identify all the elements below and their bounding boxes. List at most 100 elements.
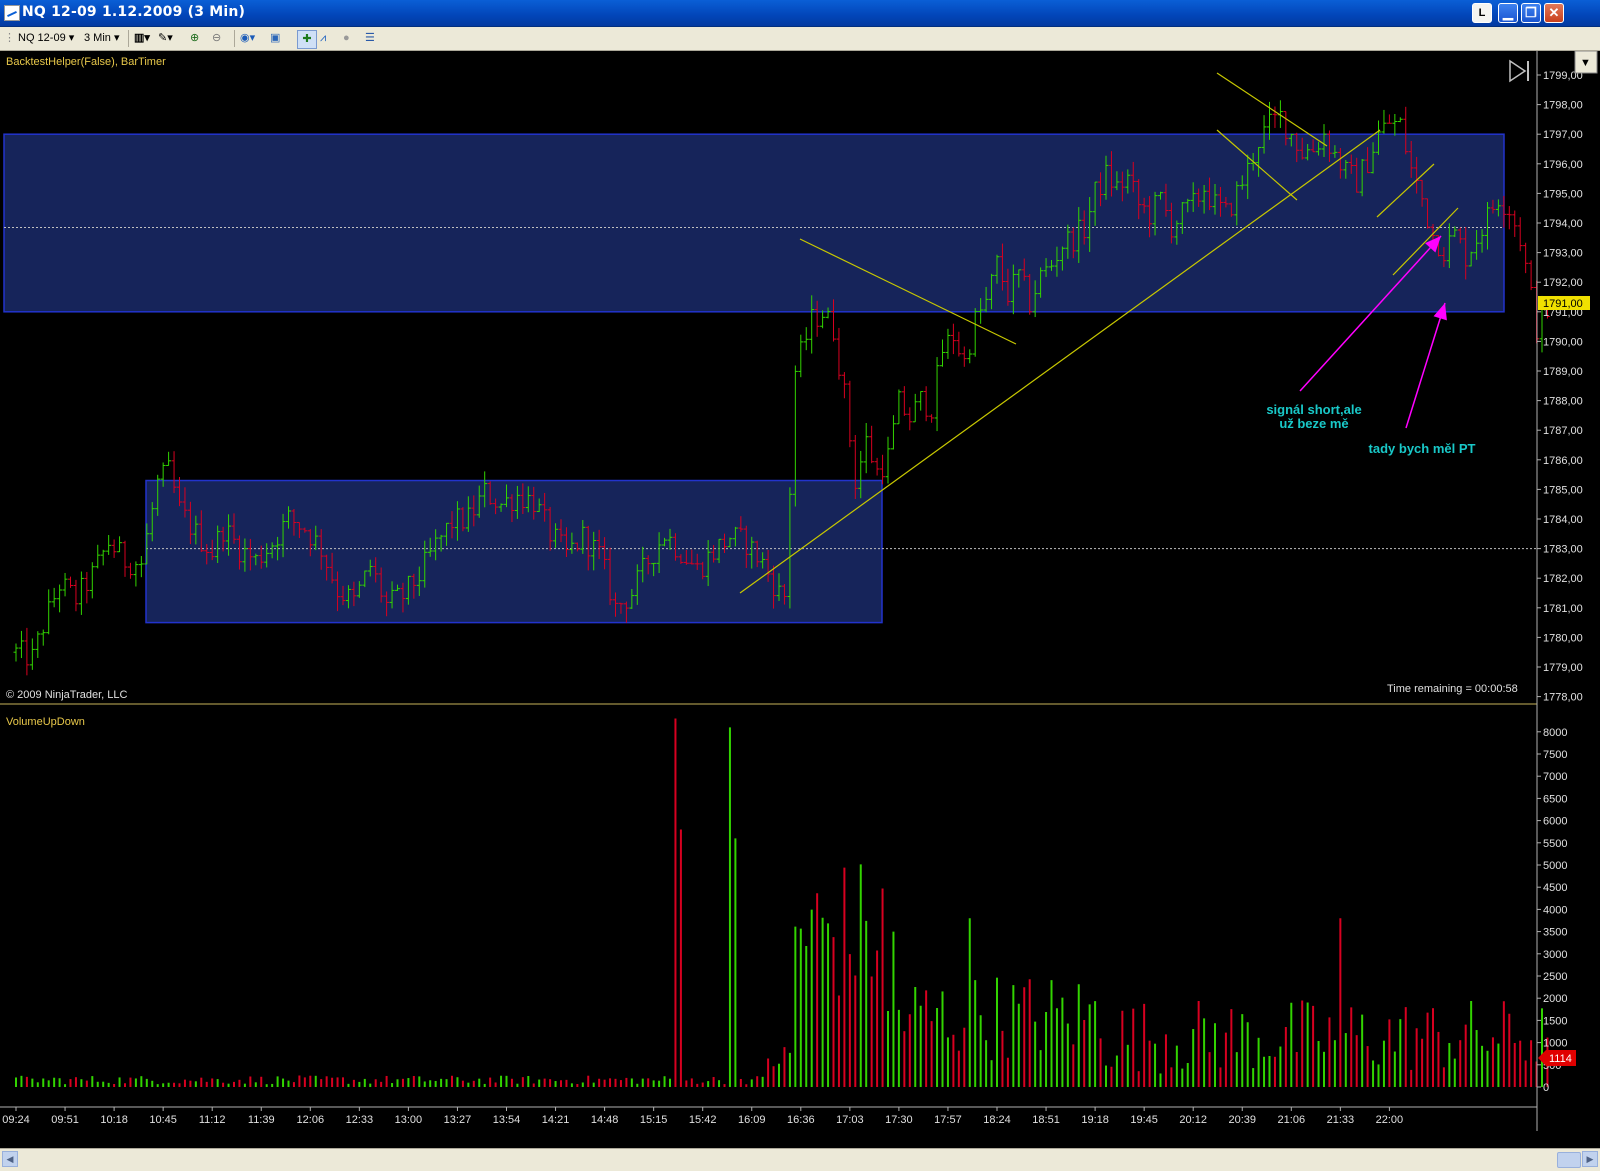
volume-indicator-label: VolumeUpDown	[6, 716, 85, 728]
price-tick-label: 1790,00	[1543, 336, 1583, 348]
price-tick-label: 1795,00	[1543, 188, 1583, 200]
volume-tick-label: 5500	[1543, 838, 1567, 850]
price-tick-label: 1780,00	[1543, 632, 1583, 644]
window-title-bar: NQ 12-09 1.12.2009 (3 Min) L ▁ ❐ ✕	[0, 0, 1600, 27]
time-tick-label: 21:33	[1327, 1114, 1355, 1126]
volume-tick-label: 6000	[1543, 816, 1567, 828]
zoom-in-icon[interactable]: ⊕	[190, 30, 199, 47]
chevron-down-icon: ▾	[68, 32, 75, 44]
current-price-label: 1791,00	[1543, 298, 1583, 310]
time-tick-label: 13:54	[493, 1114, 521, 1126]
time-tick-label: 18:24	[983, 1114, 1011, 1126]
time-tick-label: 11:39	[248, 1114, 275, 1126]
volume-tick-label: 3000	[1543, 949, 1567, 961]
copyright-label: © 2009 NinjaTrader, LLC	[6, 689, 127, 701]
toolbar-separator	[234, 30, 235, 47]
instrument-label: NQ 12-09	[18, 32, 66, 44]
volume-tick-label: 6500	[1543, 793, 1567, 805]
time-tick-label: 14:21	[542, 1114, 570, 1126]
price-tick-label: 1781,00	[1543, 603, 1583, 615]
layout-button[interactable]: L	[1472, 3, 1492, 23]
scroll-thumb[interactable]	[1557, 1152, 1581, 1168]
time-tick-label: 15:42	[689, 1114, 717, 1126]
chevron-down-icon: ▼	[1580, 57, 1591, 69]
toolbar-separator	[128, 30, 129, 47]
strategy-icon[interactable]: ✚	[297, 30, 317, 49]
time-tick-label: 21:06	[1278, 1114, 1306, 1126]
signal-annotation-line1: signál short,ale	[1266, 402, 1361, 417]
chart-app-icon	[4, 5, 20, 21]
time-tick-label: 16:36	[787, 1114, 815, 1126]
price-tick-label: 1792,00	[1543, 277, 1583, 289]
volume-tick-label: 7000	[1543, 771, 1567, 783]
volume-tick-label: 1000	[1543, 1038, 1567, 1050]
pt-annotation: tady bych měl PT	[1369, 441, 1476, 456]
price-tick-label: 1788,00	[1543, 396, 1583, 408]
volume-tick-label: 1500	[1543, 1015, 1567, 1027]
window-title: NQ 12-09 1.12.2009 (3 Min)	[22, 4, 246, 20]
horizontal-scrollbar[interactable]: ◀ ▶	[0, 1148, 1600, 1171]
time-tick-label: 17:57	[934, 1114, 962, 1126]
volume-tick-label: 7500	[1543, 749, 1567, 761]
price-tick-label: 1793,00	[1543, 248, 1583, 260]
price-tick-label: 1789,00	[1543, 366, 1583, 378]
volume-tick-label: 2500	[1543, 971, 1567, 983]
time-tick-label: 11:12	[199, 1114, 226, 1126]
current-volume-marker: 1114	[1538, 1050, 1576, 1066]
volume-tick-label: 3500	[1543, 927, 1567, 939]
indicators-icon[interactable]: ⩘	[320, 30, 326, 47]
price-tick-label: 1785,00	[1543, 484, 1583, 496]
time-tick-label: 20:12	[1179, 1114, 1207, 1126]
scroll-right-button[interactable]: ▶	[1582, 1151, 1598, 1167]
chart-menu-dropdown[interactable]: ▼	[1574, 51, 1598, 74]
properties-icon[interactable]: ▣	[270, 30, 280, 47]
time-tick-label: 10:45	[149, 1114, 177, 1126]
price-tick-label: 1786,00	[1543, 455, 1583, 467]
time-tick-label: 09:24	[2, 1114, 30, 1126]
price-tick-label: 1782,00	[1543, 573, 1583, 585]
disabled-circle-icon[interactable]: ●	[343, 30, 350, 47]
globe-icon[interactable]: ◉▾	[240, 30, 255, 47]
minimize-button[interactable]: ▁	[1498, 3, 1518, 23]
volume-tick-label: 5000	[1543, 860, 1567, 872]
time-tick-label: 10:18	[100, 1114, 128, 1126]
time-axis: 09:24 09:51 10:18 10:45 11:12 11:39 12:06 12:33…	[2, 1107, 1403, 1126]
price-zone	[145, 479, 883, 624]
time-tick-label: 09:51	[51, 1114, 79, 1126]
price-tick-label: 1784,00	[1543, 514, 1583, 526]
scroll-left-button[interactable]: ◀	[2, 1151, 18, 1167]
instrument-selector[interactable]: NQ 12-09 ▾	[18, 30, 74, 47]
volume-tick-label: 8000	[1543, 727, 1567, 739]
price-tick-label: 1794,00	[1543, 218, 1583, 230]
time-remaining-label: Time remaining = 00:00:58	[1387, 683, 1518, 695]
price-zone	[3, 133, 1505, 313]
time-tick-label: 13:00	[395, 1114, 423, 1126]
interval-selector[interactable]: 3 Min ▾	[84, 30, 120, 47]
price-tick-label: 1797,00	[1543, 129, 1583, 141]
chart-area[interactable]: 1778,00 1779,00 1780,00 1781,00 1782,00 1783,…	[0, 51, 1600, 1148]
close-button[interactable]: ✕	[1544, 3, 1564, 23]
time-tick-label: 20:39	[1228, 1114, 1256, 1126]
time-tick-label: 17:03	[836, 1114, 864, 1126]
price-indicator-label: BacktestHelper(False), BarTimer	[6, 56, 166, 68]
drawing-tool-icon[interactable]: ✎▾	[158, 30, 173, 47]
volume-tick-label: 4000	[1543, 904, 1567, 916]
price-tick-label: 1783,00	[1543, 544, 1583, 556]
price-tick-label: 1787,00	[1543, 425, 1583, 437]
current-volume-label: 1114	[1549, 1053, 1572, 1065]
bar-type-icon[interactable]: ▥▾	[134, 30, 150, 47]
time-tick-label: 16:09	[738, 1114, 766, 1126]
chart-toolbar: ⋮ NQ 12-09 ▾ 3 Min ▾ ▥▾ ✎▾ ⊕ ⊖ ◉▾ ▣ ✚ ⩘ …	[0, 27, 1600, 51]
time-tick-label: 14:48	[591, 1114, 619, 1126]
price-tick-label: 1779,00	[1543, 662, 1583, 674]
volume-tick-label: 2000	[1543, 993, 1567, 1005]
data-box-icon[interactable]: ☰	[365, 30, 375, 47]
restore-button[interactable]: ❐	[1521, 3, 1541, 23]
time-tick-label: 15:15	[640, 1114, 668, 1126]
time-tick-label: 13:27	[444, 1114, 472, 1126]
time-tick-label: 19:45	[1130, 1114, 1158, 1126]
price-tick-label: 1798,00	[1543, 100, 1583, 112]
signal-annotation-line2: už beze mě	[1279, 416, 1348, 431]
time-tick-label: 12:33	[346, 1114, 374, 1126]
zoom-out-icon[interactable]: ⊖	[212, 30, 221, 47]
